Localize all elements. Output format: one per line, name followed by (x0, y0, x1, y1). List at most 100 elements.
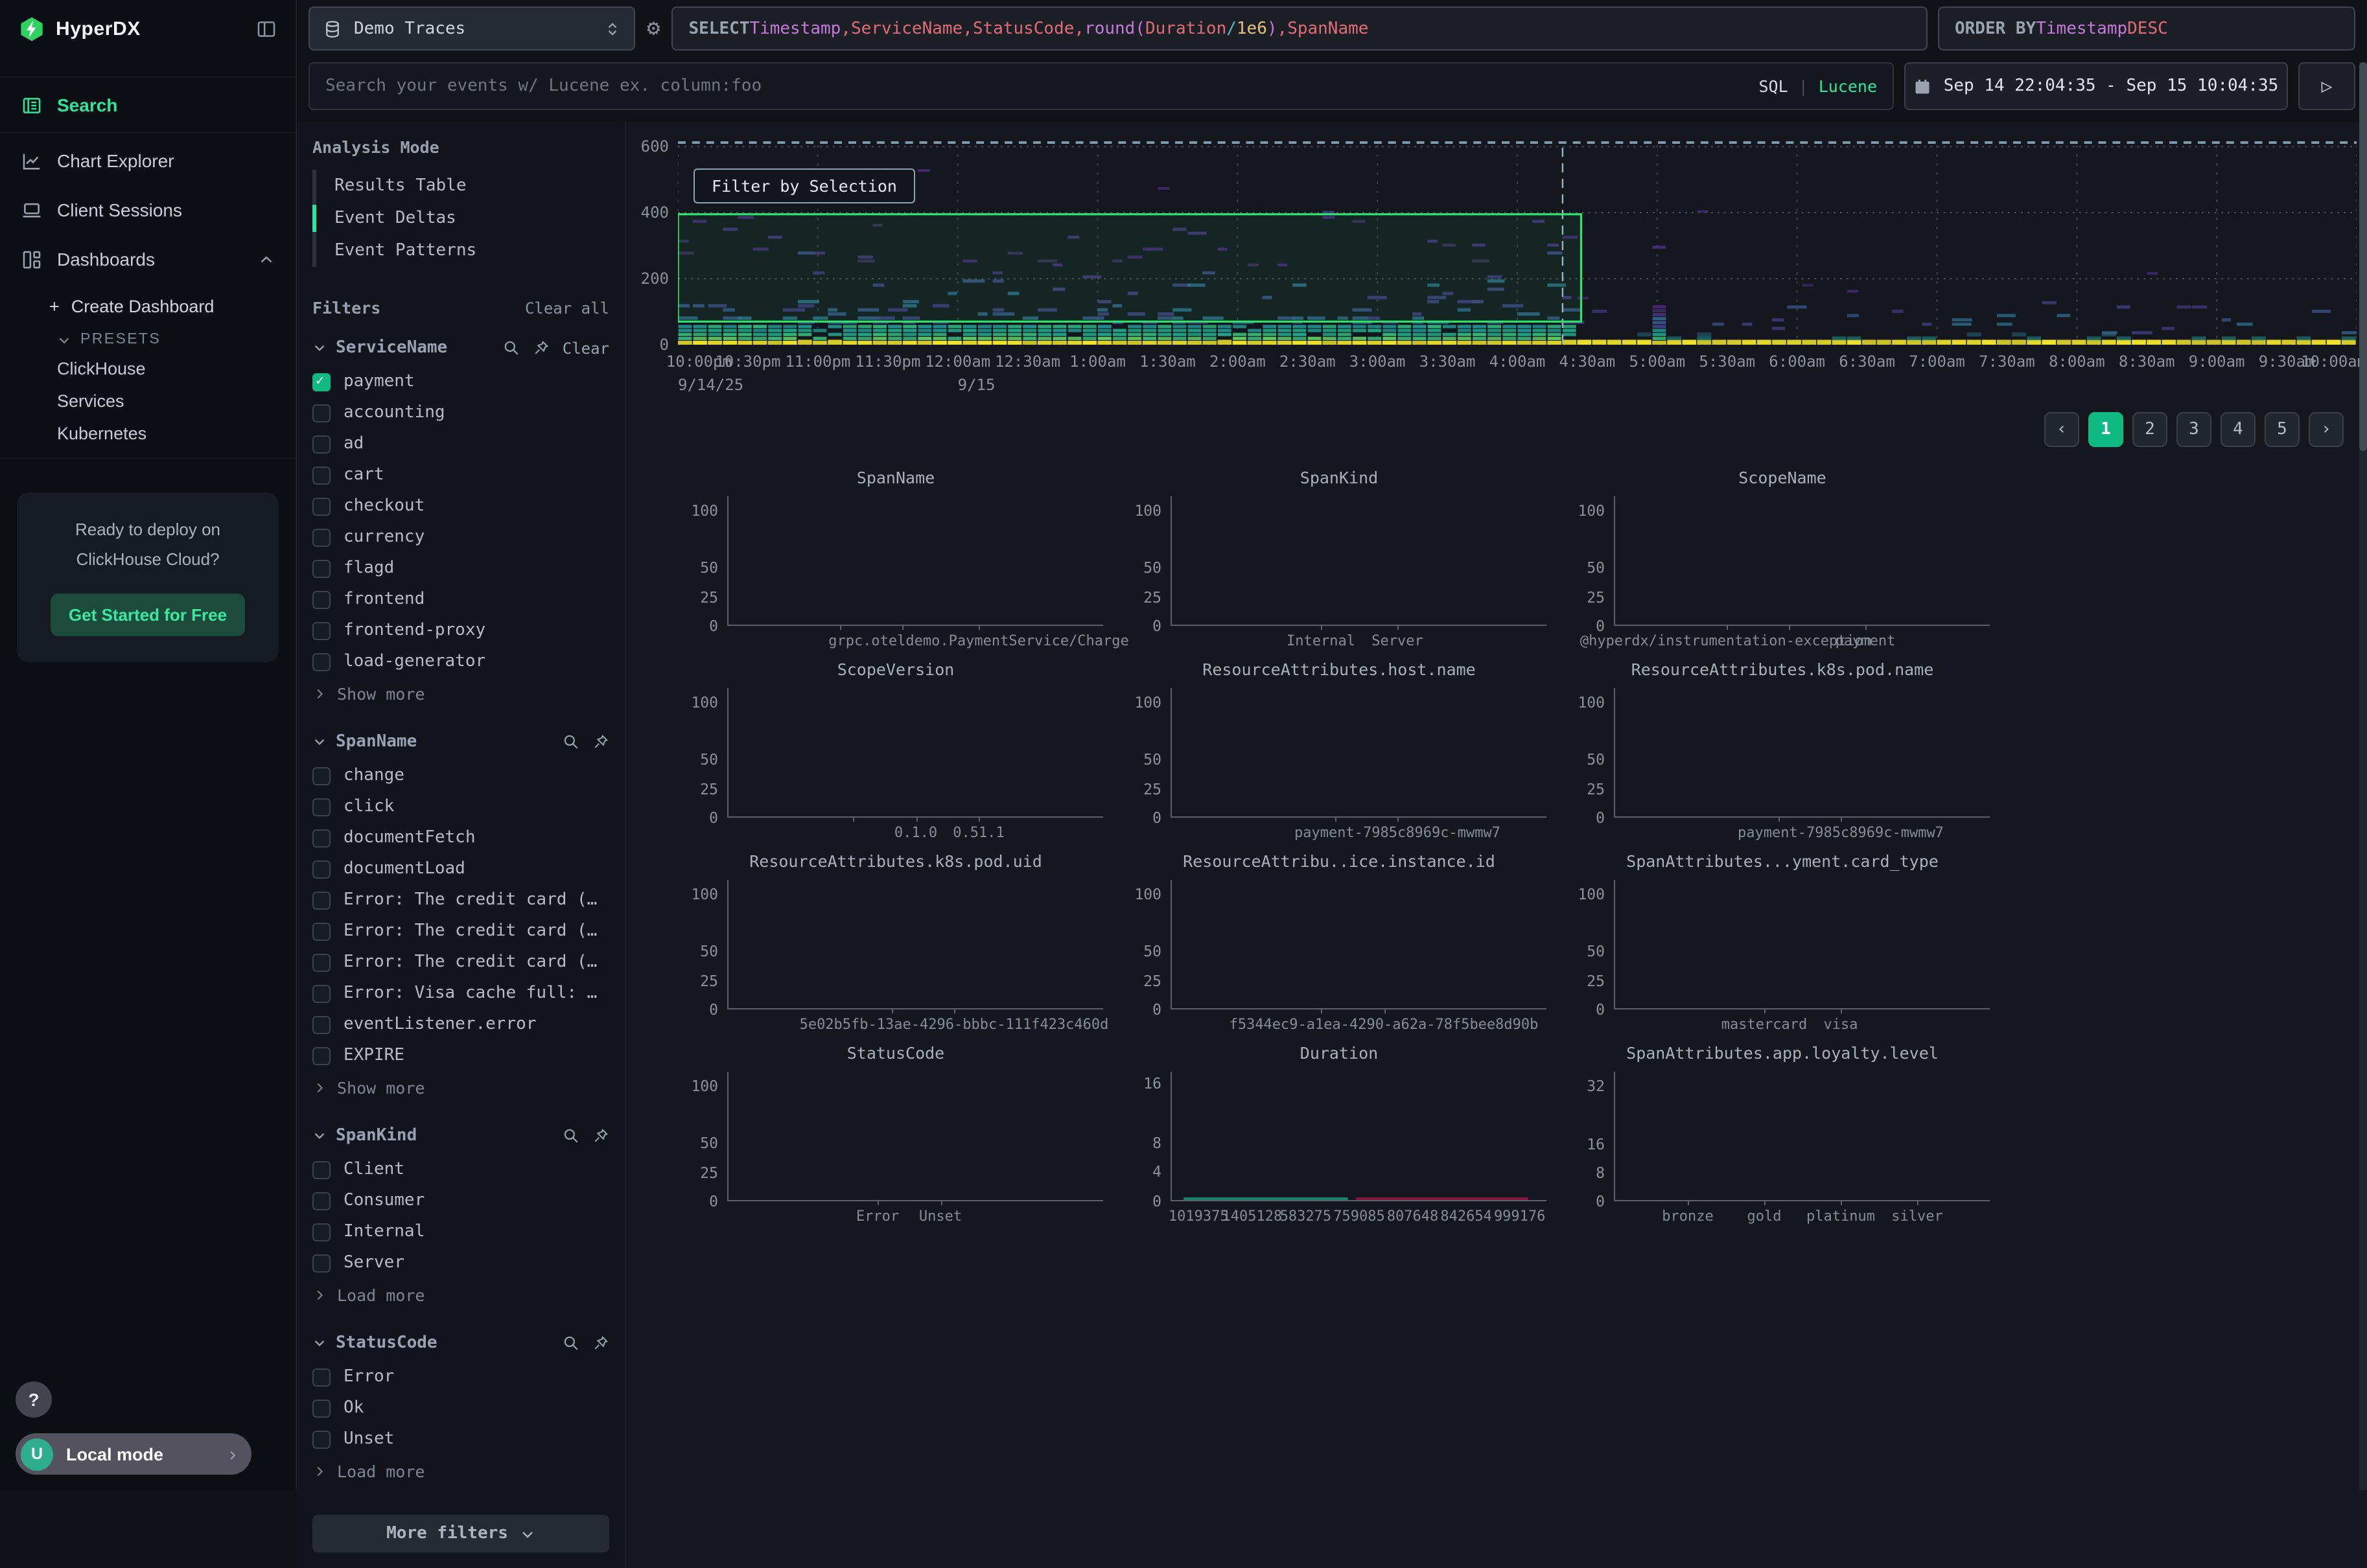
checkbox-unchecked[interactable] (312, 829, 331, 847)
heatmap-selection-box[interactable] (678, 214, 1581, 322)
filter-checkbox-item[interactable]: frontend-proxy (312, 621, 609, 640)
filter-checkbox-item[interactable]: Consumer (312, 1191, 609, 1210)
checkbox-unchecked[interactable] (312, 953, 331, 971)
lucene-mode-toggle[interactable]: Lucene (1819, 76, 1877, 96)
show-more-link[interactable]: Show more (312, 1078, 609, 1098)
checkbox-unchecked[interactable] (312, 1430, 331, 1448)
checkbox-unchecked[interactable] (312, 1223, 331, 1241)
filter-checkbox-item[interactable]: load-generator (312, 652, 609, 671)
filter-section-name[interactable]: SpanKind (336, 1126, 417, 1146)
chevron-down-icon[interactable] (312, 341, 327, 355)
checkbox-unchecked[interactable] (312, 435, 331, 453)
filter-checkbox-item[interactable]: Error: Visa cache full: … (312, 984, 609, 1003)
filter-checkbox-item[interactable]: Error: The credit card (… (312, 890, 609, 910)
checkbox-unchecked[interactable] (312, 404, 331, 422)
search-icon[interactable] (563, 733, 579, 750)
filter-checkbox-item[interactable]: documentLoad (312, 859, 609, 879)
checkbox-unchecked[interactable] (312, 1046, 331, 1065)
filter-checkbox-item[interactable]: Unset (312, 1429, 609, 1449)
time-range-picker[interactable]: Sep 14 22:04:35 - Sep 15 10:04:35 (1904, 62, 2288, 110)
filter-checkbox-item[interactable]: documentFetch (312, 828, 609, 847)
filter-checkbox-item[interactable]: Error (312, 1367, 609, 1387)
page-button-2[interactable]: 2 (2132, 412, 2167, 447)
page-button-3[interactable]: 3 (2176, 412, 2211, 447)
pin-icon[interactable] (592, 733, 609, 750)
heatmap-plot[interactable] (678, 140, 2357, 345)
load-more-link[interactable]: Load more (312, 1462, 609, 1481)
checkbox-unchecked[interactable] (312, 621, 331, 640)
page-next-button[interactable]: › (2309, 412, 2344, 447)
chevron-down-icon[interactable] (312, 1336, 327, 1350)
search-icon[interactable] (503, 340, 520, 356)
sidebar-item-kubernetes[interactable]: Kubernetes (0, 417, 296, 450)
checkbox-unchecked[interactable] (312, 559, 331, 577)
sidebar-item-chart-explorer[interactable]: Chart Explorer (0, 136, 296, 185)
filter-section-name[interactable]: ServiceName (336, 338, 447, 358)
gear-icon[interactable]: ⚙ (646, 16, 662, 41)
help-button[interactable]: ? (16, 1381, 52, 1418)
checkbox-unchecked[interactable] (312, 1254, 331, 1272)
pin-icon[interactable] (592, 1127, 609, 1144)
get-started-button[interactable]: Get Started for Free (51, 593, 245, 636)
filter-checkbox-item[interactable]: change (312, 766, 609, 785)
hyperdx-logo[interactable]: HyperDX (18, 16, 141, 43)
filter-checkbox-item[interactable]: EXPIRE (312, 1046, 609, 1065)
filter-checkbox-item[interactable]: Client (312, 1160, 609, 1179)
checkbox-unchecked[interactable] (312, 1368, 331, 1386)
filter-checkbox-item[interactable]: Internal (312, 1222, 609, 1241)
checkbox-unchecked[interactable] (312, 528, 331, 546)
filter-by-selection-button[interactable]: Filter by Selection (694, 168, 915, 203)
pin-icon[interactable] (533, 340, 550, 356)
filter-checkbox-item[interactable]: frontend (312, 590, 609, 609)
checkbox-unchecked[interactable] (312, 891, 331, 909)
filter-checkbox-item[interactable]: ad (312, 434, 609, 454)
checkbox-unchecked[interactable] (312, 798, 331, 816)
page-prev-button[interactable]: ‹ (2044, 412, 2079, 447)
source-selector[interactable]: Demo Traces (309, 6, 635, 51)
filter-checkbox-item[interactable]: payment (312, 372, 609, 391)
clear-all-button[interactable]: Clear all (525, 299, 609, 317)
checkbox-unchecked[interactable] (312, 1015, 331, 1033)
chevron-down-icon[interactable] (312, 1129, 327, 1143)
search-input[interactable] (325, 76, 1748, 96)
analysis-mode-event-deltas[interactable]: Event Deltas (316, 202, 609, 235)
load-more-link[interactable]: Load more (312, 1286, 609, 1305)
filter-checkbox-item[interactable]: Ok (312, 1398, 609, 1418)
sidebar-item-services[interactable]: Services (0, 385, 296, 417)
chevron-down-icon[interactable] (312, 735, 327, 749)
page-button-4[interactable]: 4 (2221, 412, 2256, 447)
create-dashboard-button[interactable]: + Create Dashboard (0, 289, 296, 324)
search-icon[interactable] (563, 1127, 579, 1144)
filter-checkbox-item[interactable]: Error: The credit card (… (312, 921, 609, 941)
run-query-button[interactable]: ▷ (2298, 62, 2355, 110)
checkbox-unchecked[interactable] (312, 590, 331, 608)
checkbox-unchecked[interactable] (312, 1192, 331, 1210)
filter-checkbox-item[interactable]: click (312, 797, 609, 816)
sidebar-item-client-sessions[interactable]: Client Sessions (0, 185, 296, 235)
local-mode-menu[interactable]: U Local mode › (16, 1433, 251, 1475)
select-query-input[interactable]: SELECT Timestamp, ServiceName, StatusCod… (672, 6, 1928, 51)
checkbox-unchecked[interactable] (312, 922, 331, 940)
sidebar-item-dashboards[interactable]: Dashboards (0, 235, 296, 284)
page-button-5[interactable]: 5 (2265, 412, 2300, 447)
filter-checkbox-item[interactable]: checkout (312, 496, 609, 516)
search-icon[interactable] (563, 1335, 579, 1352)
sql-mode-toggle[interactable]: SQL (1758, 76, 1788, 96)
checkbox-checked[interactable] (312, 373, 331, 391)
checkbox-unchecked[interactable] (312, 497, 331, 515)
presets-toggle[interactable]: PRESETS (0, 324, 296, 352)
checkbox-unchecked[interactable] (312, 1399, 331, 1417)
chevron-up-icon[interactable] (258, 251, 275, 268)
analysis-mode-results-table[interactable]: Results Table (316, 170, 609, 202)
scrollbar-thumb[interactable] (2359, 62, 2367, 451)
filter-section-name[interactable]: SpanName (336, 732, 417, 752)
filter-checkbox-item[interactable]: cart (312, 465, 609, 485)
pin-icon[interactable] (592, 1335, 609, 1352)
filter-section-name[interactable]: StatusCode (336, 1333, 437, 1353)
filter-checkbox-item[interactable]: accounting (312, 403, 609, 422)
show-more-link[interactable]: Show more (312, 684, 609, 704)
checkbox-unchecked[interactable] (312, 860, 331, 878)
filter-checkbox-item[interactable]: flagd (312, 559, 609, 578)
checkbox-unchecked[interactable] (312, 466, 331, 484)
more-filters-button[interactable]: More filters (312, 1515, 609, 1552)
